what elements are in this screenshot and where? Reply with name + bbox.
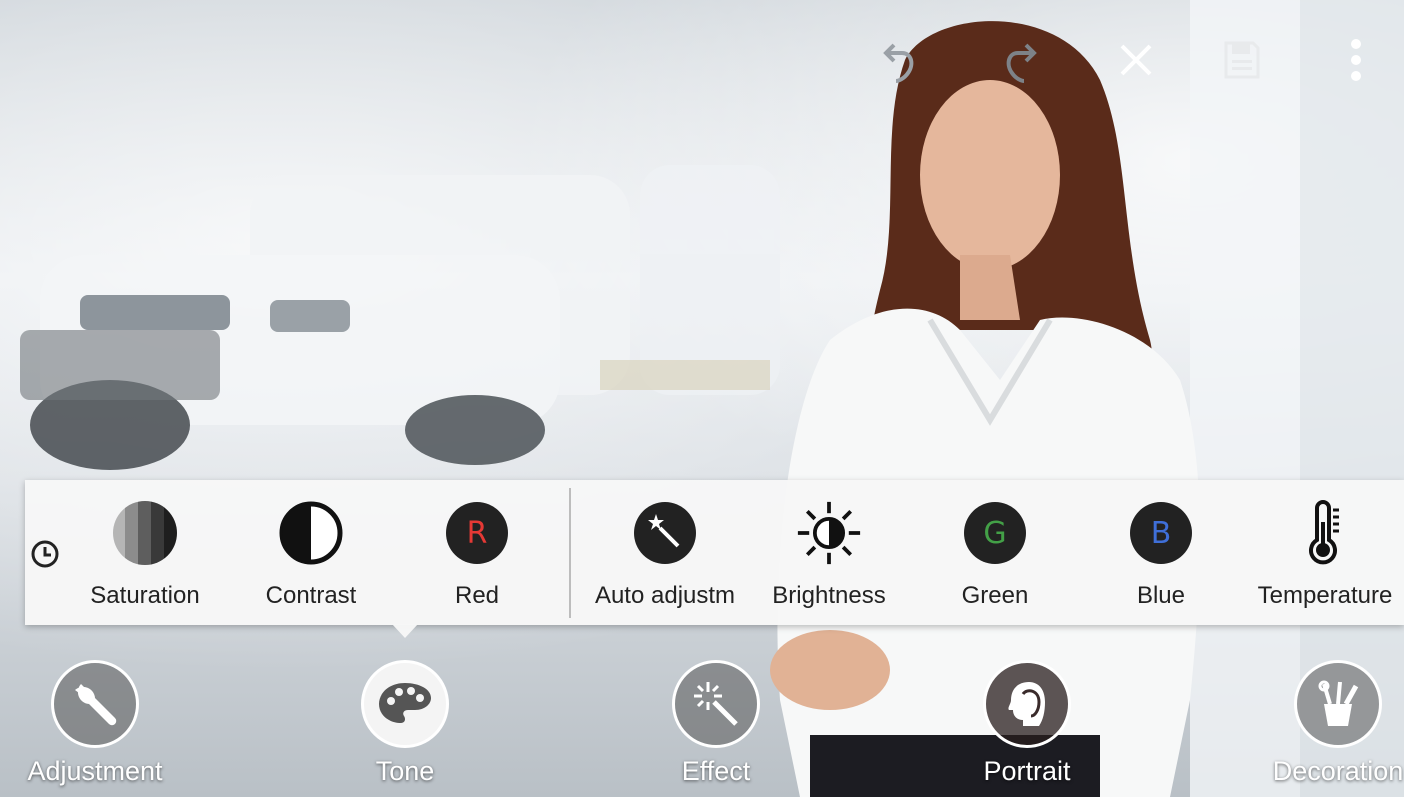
- tool-blue[interactable]: B Blue: [1086, 480, 1236, 625]
- tool-label: Red: [454, 582, 500, 609]
- thermometer-icon: [1292, 500, 1358, 566]
- blue-letter: B: [1130, 502, 1192, 564]
- tool-label: Contrast: [265, 582, 357, 609]
- save-button[interactable]: [1212, 28, 1272, 92]
- nav-label: Decoration: [1272, 756, 1404, 786]
- green-channel-icon: G: [962, 500, 1028, 566]
- tool-label: Brightness: [772, 582, 886, 609]
- tool-label: Blue: [1136, 582, 1186, 609]
- blue-channel-icon: B: [1128, 500, 1194, 566]
- decoration-icon: [1294, 660, 1382, 748]
- nav-label: Effect: [681, 756, 751, 786]
- nav-decoration[interactable]: Decoration: [1238, 650, 1404, 787]
- red-channel-icon: R: [444, 500, 510, 566]
- nav-label: Adjustment: [27, 756, 163, 786]
- tone-panel: Saturation Contrast R Red Auto adjustm B…: [25, 480, 1404, 625]
- more-vert-icon: [1351, 39, 1361, 81]
- nav-effect[interactable]: Effect: [616, 650, 816, 787]
- clock-icon: [31, 540, 59, 568]
- tool-contrast[interactable]: Contrast: [236, 480, 386, 625]
- tool-temperature[interactable]: Temperature: [1250, 480, 1400, 625]
- nav-label: Portrait: [983, 756, 1071, 786]
- palette-icon: [361, 660, 449, 748]
- more-options-button[interactable]: [1326, 28, 1386, 92]
- tool-label: Temperature: [1257, 582, 1393, 609]
- saturation-icon: [112, 500, 178, 566]
- tool-auto-adjust[interactable]: Auto adjustm: [590, 480, 740, 625]
- save-icon: [1224, 41, 1260, 79]
- nav-label: Tone: [375, 756, 435, 786]
- undo-button[interactable]: [870, 28, 930, 92]
- red-letter: R: [446, 502, 508, 564]
- tool-red[interactable]: R Red: [402, 480, 552, 625]
- history-button[interactable]: [29, 538, 61, 570]
- tool-label: Green: [961, 582, 1029, 609]
- redo-icon: [1006, 43, 1037, 83]
- green-letter: G: [964, 502, 1026, 564]
- panel-divider: [569, 488, 571, 618]
- undo-icon: [883, 43, 914, 83]
- tool-green[interactable]: G Green: [920, 480, 1070, 625]
- nav-adjustment[interactable]: Adjustment: [0, 650, 195, 787]
- close-button[interactable]: [1106, 28, 1166, 92]
- brightness-icon: [796, 500, 862, 566]
- nav-tone[interactable]: Tone: [305, 650, 505, 787]
- bottom-nav: Adjustment Tone Effect Portrait Decorati…: [0, 650, 1404, 797]
- top-toolbar: [0, 28, 1404, 98]
- panel-pointer: [392, 624, 418, 638]
- close-icon: [1120, 44, 1152, 76]
- tool-label: Auto adjustm: [594, 582, 736, 609]
- magic-wand-icon: [632, 500, 698, 566]
- redo-button[interactable]: [990, 28, 1050, 92]
- portrait-icon: [983, 660, 1071, 748]
- contrast-icon: [278, 500, 344, 566]
- tool-brightness[interactable]: Brightness: [754, 480, 904, 625]
- magic-wand-icon: [672, 660, 760, 748]
- wrench-icon: [51, 660, 139, 748]
- nav-portrait[interactable]: Portrait: [927, 650, 1127, 787]
- tool-saturation[interactable]: Saturation: [70, 480, 220, 625]
- tool-label: Saturation: [90, 582, 200, 609]
